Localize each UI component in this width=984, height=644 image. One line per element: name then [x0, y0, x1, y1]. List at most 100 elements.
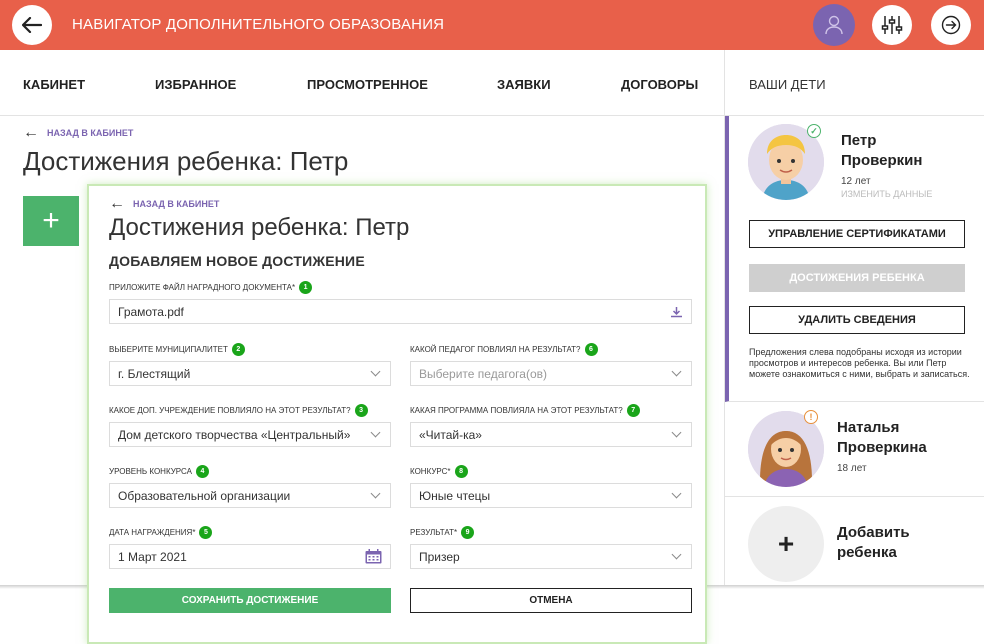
child-name: Наталья Проверкина: [837, 418, 927, 458]
nav-item-viewed[interactable]: ПРОСМОТРЕННОЕ: [307, 77, 428, 92]
result-value: Призер: [419, 549, 460, 564]
result-select[interactable]: Призер: [410, 544, 692, 569]
teacher-label-text: КАКОЙ ПЕДАГОГ ПОВЛИЯЛ НА РЕЗУЛЬТАТ?: [410, 345, 581, 354]
step-badge: 9: [461, 526, 475, 539]
teacher-label: КАКОЙ ПЕДАГОГ ПОВЛИЯЛ НА РЕЗУЛЬТАТ? 6: [410, 343, 598, 356]
form-subtitle: ДОБАВЛЯЕМ НОВОЕ ДОСТИЖЕНИЕ: [109, 253, 365, 269]
institution-select[interactable]: Дом детского творчества «Центральный»: [109, 422, 391, 447]
child-last-name: Проверкин: [841, 152, 923, 169]
child-age: 12 лет: [841, 176, 871, 187]
file-upload-field[interactable]: Грамота.pdf: [109, 299, 692, 324]
child-name: Петр Проверкин: [841, 131, 922, 171]
child-age: 18 лет: [837, 463, 867, 474]
teacher-select[interactable]: Выберите педагога(ов): [410, 361, 692, 386]
chevron-down-icon: [671, 549, 682, 560]
delete-data-button[interactable]: УДАЛИТЬ СВЕДЕНИЯ: [749, 306, 965, 334]
add-child-line2: ребенка: [837, 544, 897, 561]
verified-icon: ✓: [807, 124, 821, 138]
logout-button[interactable]: [931, 5, 971, 45]
contest-select[interactable]: Юные чтецы: [410, 483, 692, 508]
program-value: «Читай-ка»: [419, 427, 482, 442]
nav-item-cabinet[interactable]: КАБИНЕТ: [23, 77, 85, 92]
child-card-natalia[interactable]: ! Наталья Проверкина 18 лет: [725, 402, 984, 497]
nav-item-contracts[interactable]: ДОГОВОРЫ: [621, 77, 698, 92]
chevron-down-icon: [671, 366, 682, 377]
date-value: 1 Март 2021: [118, 549, 187, 564]
program-select[interactable]: «Читай-ка»: [410, 422, 692, 447]
add-child-line1: Добавить: [837, 524, 910, 541]
top-header: НАВИГАТОР ДОПОЛНИТЕЛЬНОГО ОБРАЗОВАНИЯ: [0, 0, 984, 50]
contest-value: Юные чтецы: [419, 488, 491, 503]
modal-back-link[interactable]: ← НАЗАД В КАБИНЕТ: [109, 195, 219, 213]
chevron-down-icon: [671, 427, 682, 438]
child-first-name: Наталья: [837, 419, 900, 436]
step-badge: 3: [354, 404, 368, 417]
page-title: Достижения ребенка: Петр: [23, 146, 349, 176]
sliders-icon: [881, 16, 903, 34]
plus-icon: +: [42, 204, 60, 237]
chevron-down-icon: [370, 366, 381, 377]
logout-icon: [941, 15, 961, 35]
level-label: УРОВЕНЬ КОНКУРСА 4: [109, 465, 209, 478]
recommendation-note: Предложения слева подобраны исходя из ис…: [749, 347, 970, 379]
nav-item-applications[interactable]: ЗАЯВКИ: [497, 77, 551, 92]
child-last-name: Проверкина: [837, 439, 927, 456]
arrow-left-icon: ←: [109, 195, 125, 212]
filter-settings-button[interactable]: [872, 5, 912, 45]
file-name: Грамота.pdf: [118, 304, 184, 319]
contest-label: КОНКУРС* 8: [410, 465, 468, 478]
date-label: ДАТА НАГРАЖДЕНИЯ* 5: [109, 526, 213, 539]
institution-label-text: КАКОЕ ДОП. УЧРЕЖДЕНИЕ ПОВЛИЯЛО НА ЭТОТ Р…: [109, 406, 351, 415]
child-first-name: Петр: [841, 132, 877, 149]
add-child-label: Добавить ребенка: [837, 523, 957, 563]
contest-label-text: КОНКУРС*: [410, 467, 451, 476]
back-button[interactable]: [12, 5, 52, 45]
award-date-field[interactable]: 1 Март 2021: [109, 544, 391, 569]
municipality-value: г. Блестящий: [118, 366, 191, 381]
add-achievement-modal: ← НАЗАД В КАБИНЕТ Достижения ребенка: Пе…: [87, 184, 707, 644]
add-child-button[interactable]: + Добавить ребенка: [725, 497, 984, 585]
chevron-down-icon: [370, 427, 381, 438]
calendar-icon[interactable]: [365, 549, 382, 564]
file-label-text: ПРИЛОЖИТЕ ФАЙЛ НАГРАДНОГО ДОКУМЕНТА*: [109, 283, 296, 292]
back-link-label: НАЗАД В КАБИНЕТ: [133, 199, 220, 209]
user-profile-button[interactable]: [813, 4, 855, 46]
chevron-down-icon: [370, 488, 381, 499]
app-title: НАВИГАТОР ДОПОЛНИТЕЛЬНОГО ОБРАЗОВАНИЯ: [72, 16, 445, 33]
edit-child-link[interactable]: ИЗМЕНИТЬ ДАННЫЕ: [841, 189, 932, 199]
child-achievements-button[interactable]: ДОСТИЖЕНИЯ РЕБЕНКА: [749, 264, 965, 292]
step-badge: 5: [199, 526, 213, 539]
cancel-button[interactable]: ОТМЕНА: [410, 588, 692, 613]
chevron-down-icon: [671, 488, 682, 499]
save-achievement-button[interactable]: СОХРАНИТЬ ДОСТИЖЕНИЕ: [109, 588, 391, 613]
child-card-petr[interactable]: ✓ Петр Проверкин 12 лет ИЗМЕНИТЬ ДАННЫЕ …: [725, 116, 984, 402]
municipality-label: ВЫБЕРИТЕ МУНИЦИПАЛИТЕТ 2: [109, 343, 245, 356]
arrow-left-icon: ←: [23, 124, 39, 141]
children-panel-title: ВАШИ ДЕТИ: [749, 77, 826, 92]
step-badge: 2: [231, 343, 245, 356]
institution-value: Дом детского творчества «Центральный»: [118, 427, 351, 442]
institution-label: КАКОЕ ДОП. УЧРЕЖДЕНИЕ ПОВЛИЯЛО НА ЭТОТ Р…: [109, 404, 368, 417]
manage-certificates-button[interactable]: УПРАВЛЕНИЕ СЕРТИФИКАТАМИ: [749, 220, 965, 248]
program-label: КАКАЯ ПРОГРАММА ПОВЛИЯЛА НА ЭТОТ РЕЗУЛЬТ…: [410, 404, 640, 417]
file-label: ПРИЛОЖИТЕ ФАЙЛ НАГРАДНОГО ДОКУМЕНТА* 1: [109, 281, 313, 294]
step-badge: 8: [454, 465, 468, 478]
back-to-cabinet-link[interactable]: ← НАЗАД В КАБИНЕТ: [23, 124, 133, 142]
teacher-placeholder: Выберите педагога(ов): [419, 366, 547, 381]
date-label-text: ДАТА НАГРАЖДЕНИЯ*: [109, 528, 196, 537]
nav-item-favorites[interactable]: ИЗБРАННОЕ: [155, 77, 236, 92]
municipality-select[interactable]: г. Блестящий: [109, 361, 391, 386]
download-icon[interactable]: [670, 306, 683, 318]
modal-title: Достижения ребенка: Петр: [109, 214, 410, 241]
add-achievement-button[interactable]: +: [23, 196, 79, 246]
plus-icon: +: [748, 506, 824, 582]
step-badge: 4: [195, 465, 209, 478]
warning-icon: !: [804, 410, 818, 424]
back-link-label: НАЗАД В КАБИНЕТ: [47, 128, 134, 138]
level-label-text: УРОВЕНЬ КОНКУРСА: [109, 467, 192, 476]
result-label-text: РЕЗУЛЬТАТ*: [410, 528, 458, 537]
contest-level-select[interactable]: Образовательной организации: [109, 483, 391, 508]
level-value: Образовательной организации: [118, 488, 291, 503]
arrow-left-icon: [22, 17, 42, 33]
main-nav: КАБИНЕТ ИЗБРАННОЕ ПРОСМОТРЕННОЕ ЗАЯВКИ Д…: [0, 50, 724, 116]
